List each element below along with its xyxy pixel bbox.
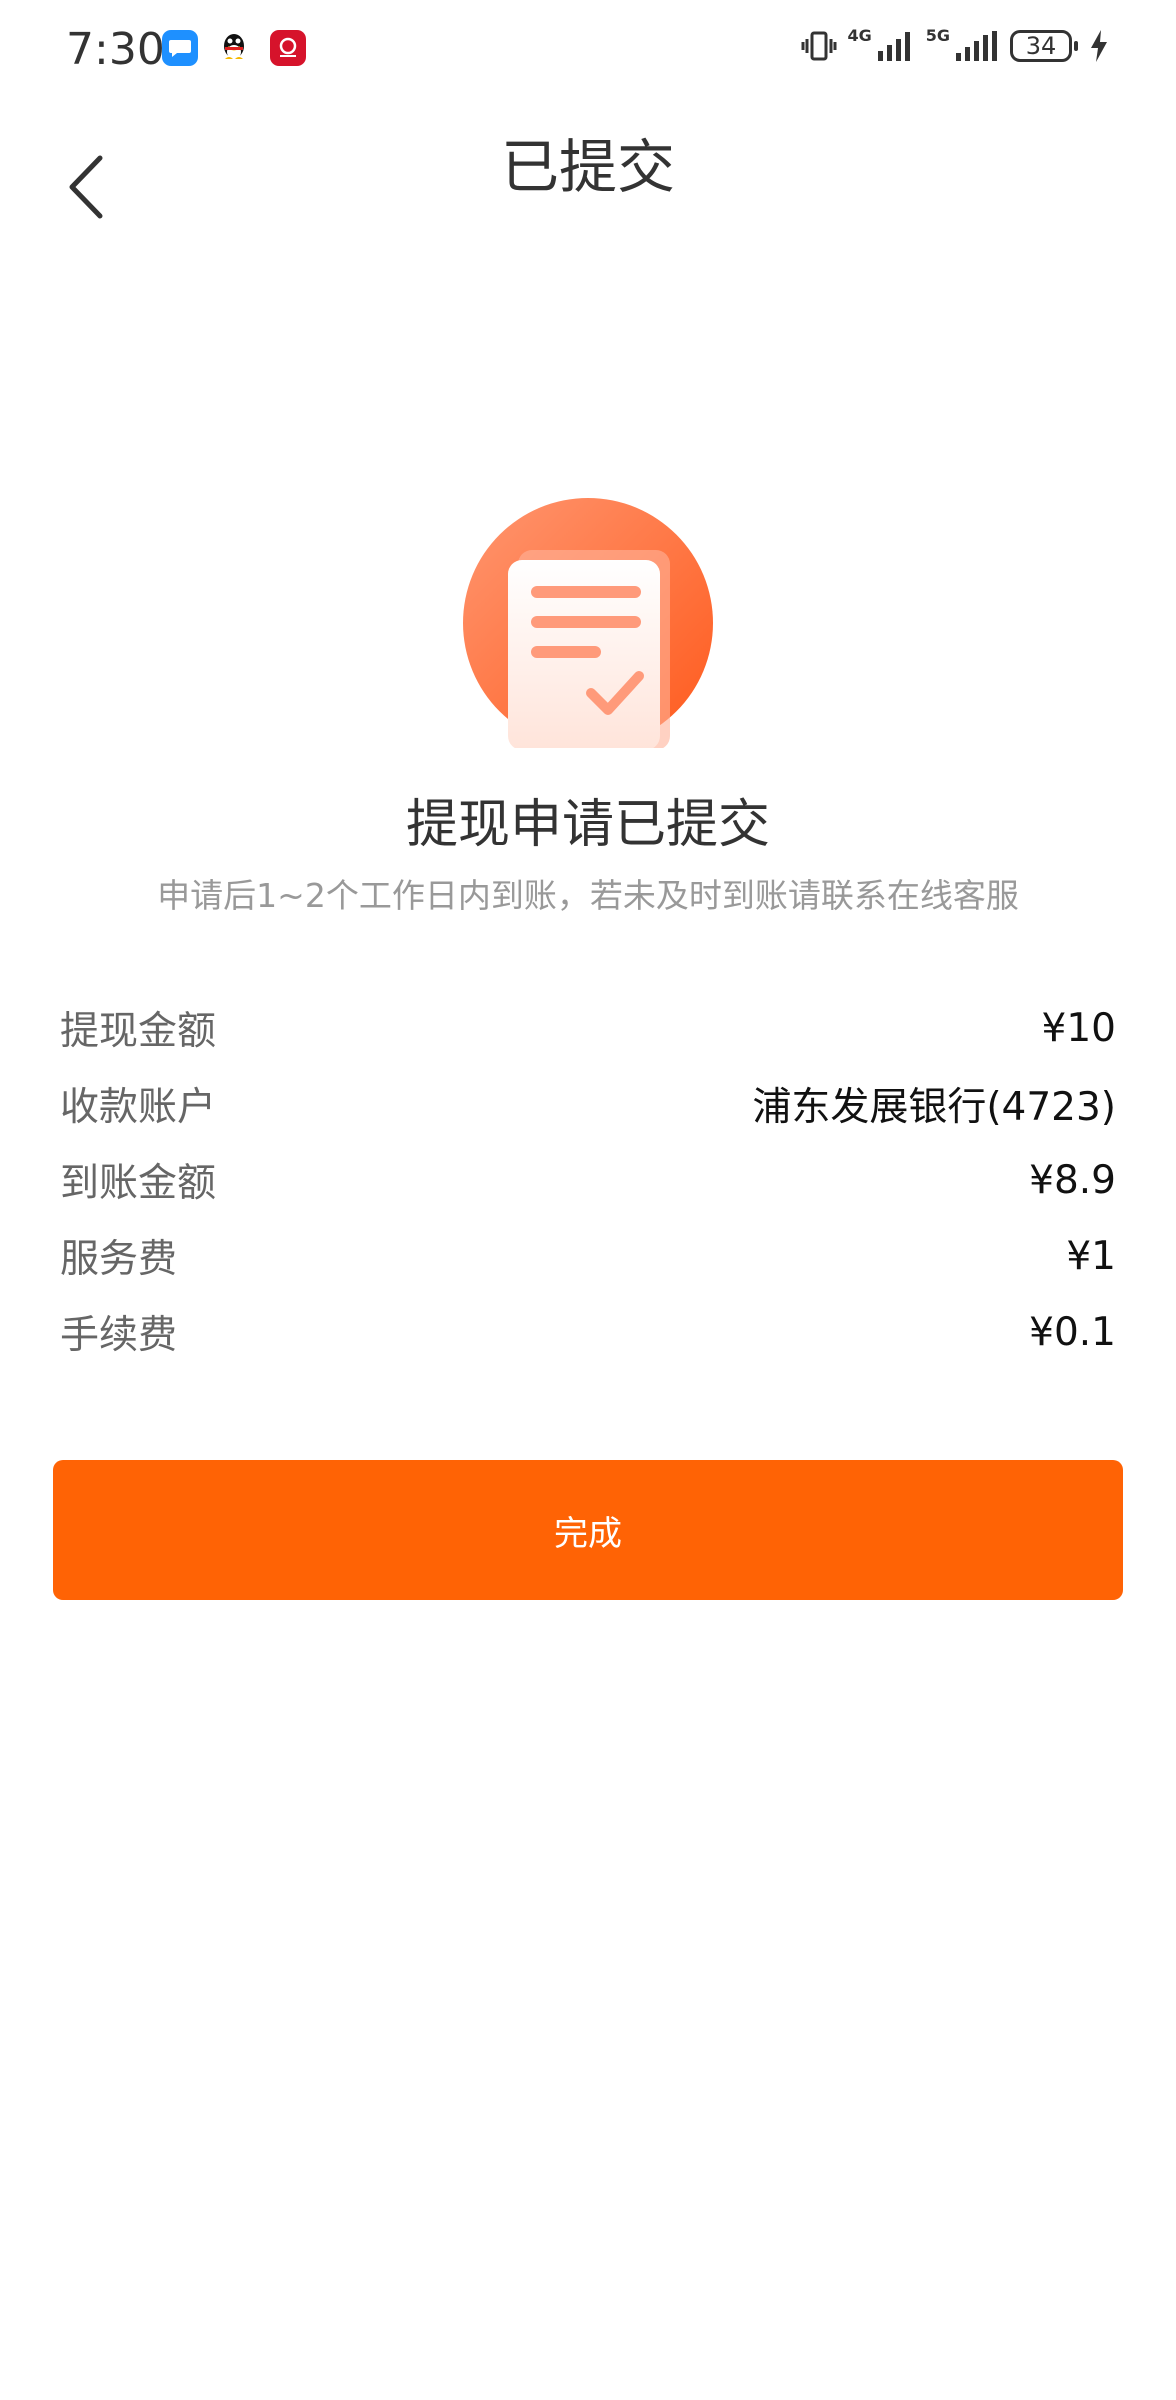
network-5g-label: 5G bbox=[925, 26, 950, 45]
message-app-icon bbox=[162, 30, 198, 66]
detail-row-service-fee: 服务费 ¥1 bbox=[60, 1218, 1116, 1294]
detail-label: 收款账户 bbox=[60, 1085, 217, 1130]
signal-4g-icon bbox=[877, 32, 910, 61]
detail-value: ¥8.9 bbox=[1029, 1157, 1116, 1203]
detail-row-receiving-account: 收款账户 浦东发展银行(4723) bbox=[60, 1066, 1116, 1142]
page-title: 已提交 bbox=[500, 133, 675, 201]
bank-app-icon bbox=[270, 30, 306, 66]
status-app-icons bbox=[162, 30, 306, 66]
withdrawal-details: 提现金额 ¥10 收款账户 浦东发展银行(4723) 到账金额 ¥8.9 服务费… bbox=[60, 990, 1116, 1370]
detail-label: 提现金额 bbox=[60, 1009, 217, 1054]
detail-row-withdraw-amount: 提现金额 ¥10 bbox=[60, 990, 1116, 1066]
detail-value: 浦东发展银行(4723) bbox=[752, 1085, 1116, 1130]
signal-5g-icon bbox=[956, 31, 997, 61]
result-subtext: 申请后1~2个工作日内到账，若未及时到账请联系在线客服 bbox=[157, 876, 1019, 915]
detail-label: 手续费 bbox=[60, 1313, 178, 1358]
detail-label: 服务费 bbox=[60, 1237, 178, 1282]
status-indicators: 4G 5G 34 bbox=[801, 28, 1110, 64]
qq-icon bbox=[216, 30, 252, 66]
detail-value: ¥1 bbox=[1066, 1233, 1116, 1279]
detail-row-handling-fee: 手续费 ¥0.1 bbox=[60, 1294, 1116, 1370]
detail-label: 到账金额 bbox=[60, 1161, 217, 1206]
status-time: 7:30 bbox=[66, 24, 165, 75]
detail-row-received-amount: 到账金额 ¥8.9 bbox=[60, 1142, 1116, 1218]
detail-value: ¥0.1 bbox=[1029, 1309, 1116, 1355]
detail-value: ¥10 bbox=[1041, 1005, 1116, 1051]
document-check-icon bbox=[463, 498, 713, 750]
result-headline: 提现申请已提交 bbox=[405, 795, 770, 855]
charging-icon bbox=[1091, 30, 1107, 62]
header: 已提交 bbox=[0, 110, 1176, 230]
done-button[interactable]: 完成 bbox=[53, 1460, 1123, 1600]
battery-indicator: 34 bbox=[1010, 30, 1078, 62]
status-bar: 7:30 4G 5G 34 bbox=[0, 0, 1176, 100]
vibrate-icon bbox=[801, 31, 837, 61]
network-4g-label: 4G bbox=[847, 26, 872, 45]
